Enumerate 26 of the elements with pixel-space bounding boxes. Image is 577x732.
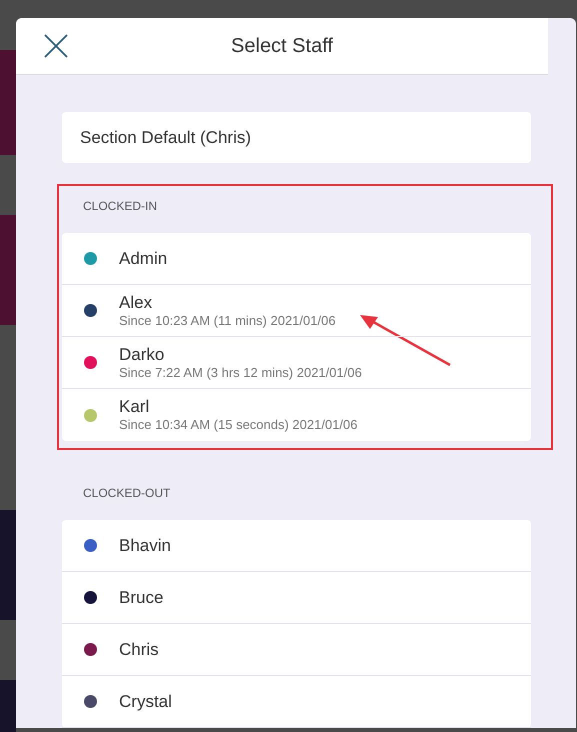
staff-row[interactable]: Karl Since 10:34 AM (15 seconds) 2021/01/06: [62, 389, 531, 441]
staff-row[interactable]: Chris: [62, 624, 531, 676]
staff-name: Chris: [119, 640, 159, 660]
staff-name: Alex: [119, 292, 154, 312]
close-icon: [44, 34, 68, 58]
close-button[interactable]: [44, 34, 68, 58]
staff-row[interactable]: Crystal: [62, 676, 531, 728]
staff-name: Crystal: [119, 692, 172, 712]
staff-row[interactable]: Alex Since 10:23 AM (11 mins) 2021/01/06: [62, 285, 531, 337]
staff-name: Bruce: [119, 588, 164, 608]
staff-name: Bhavin: [119, 536, 171, 556]
clock-in-time: Since 10:34 AM (15 seconds) 2021/01/06: [119, 417, 358, 433]
staff-name: Admin: [119, 248, 168, 268]
backdrop-card: [0, 680, 16, 732]
staff-row[interactable]: Bhavin: [62, 520, 531, 572]
dialog-title: Select Staff: [231, 34, 333, 59]
clock-in-time: Since 10:23 AM (11 mins) 2021/01/06: [119, 312, 336, 328]
staff-name: Karl: [119, 397, 150, 417]
section-heading: CLOCKED-OUT: [82, 485, 172, 502]
staff-row[interactable]: Darko Since 7:22 AM (3 hrs 12 mins) 2021/01/06: [62, 337, 531, 389]
staff-row[interactable]: Bruce: [62, 572, 531, 624]
clock-in-time: Since 7:22 AM (3 hrs 12 mins) 2021/01/06: [119, 364, 362, 380]
section-default-option[interactable]: Section Default (Chris): [62, 112, 531, 163]
staff-row[interactable]: Admin: [62, 233, 531, 285]
staff-name: Darko: [119, 344, 166, 364]
section-heading: CLOCKED-IN: [82, 198, 158, 215]
